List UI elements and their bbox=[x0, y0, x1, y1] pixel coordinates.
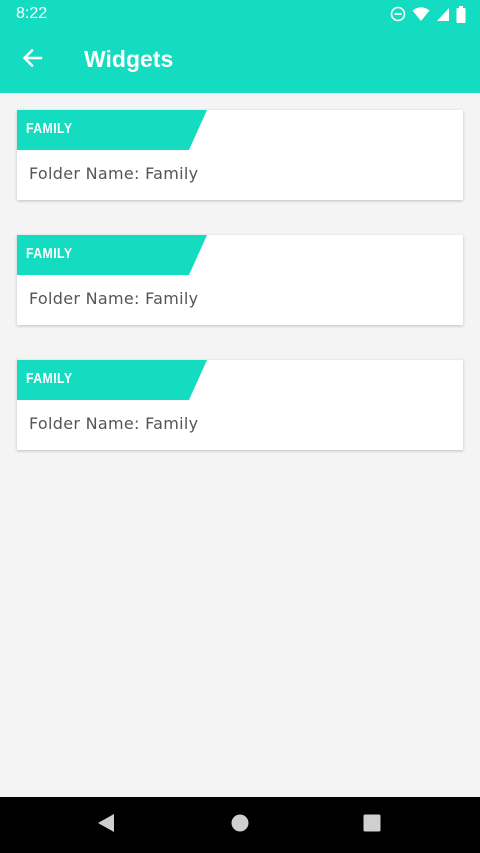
folder-name-text: Folder Name: Family bbox=[29, 289, 199, 308]
status-bar: 8:22 bbox=[0, 0, 480, 28]
app-bar: Widgets bbox=[0, 28, 480, 93]
folder-name-text: Folder Name: Family bbox=[29, 414, 199, 433]
do-not-disturb-icon bbox=[390, 6, 406, 22]
folder-tag-label: FAMILY bbox=[26, 370, 73, 387]
folder-tag: FAMILY bbox=[17, 235, 207, 275]
cell-signal-icon bbox=[436, 6, 450, 22]
folder-tag: FAMILY bbox=[17, 360, 207, 400]
home-circle-icon bbox=[231, 814, 249, 836]
wifi-icon bbox=[412, 6, 430, 22]
system-nav-bar bbox=[0, 797, 480, 853]
widget-list: FAMILY Folder Name: Family FAMILY Folder… bbox=[0, 93, 480, 797]
widget-card[interactable]: FAMILY Folder Name: Family bbox=[17, 110, 463, 200]
widget-card[interactable]: FAMILY Folder Name: Family bbox=[17, 235, 463, 325]
page-title: Widgets bbox=[84, 46, 174, 72]
nav-recents-button[interactable] bbox=[352, 805, 392, 845]
status-icons bbox=[390, 5, 466, 23]
folder-name-text: Folder Name: Family bbox=[29, 164, 199, 183]
widget-card[interactable]: FAMILY Folder Name: Family bbox=[17, 360, 463, 450]
nav-back-button[interactable] bbox=[86, 805, 126, 845]
folder-tag-label: FAMILY bbox=[26, 245, 73, 262]
status-time: 8:22 bbox=[16, 5, 48, 22]
nav-home-button[interactable] bbox=[220, 805, 260, 845]
back-triangle-icon bbox=[97, 813, 115, 837]
folder-tag-label: FAMILY bbox=[26, 120, 73, 137]
battery-icon bbox=[456, 5, 466, 23]
folder-tag: FAMILY bbox=[17, 110, 207, 150]
recents-square-icon bbox=[363, 814, 381, 836]
back-button[interactable] bbox=[12, 40, 52, 80]
arrow-left-icon bbox=[21, 47, 43, 73]
